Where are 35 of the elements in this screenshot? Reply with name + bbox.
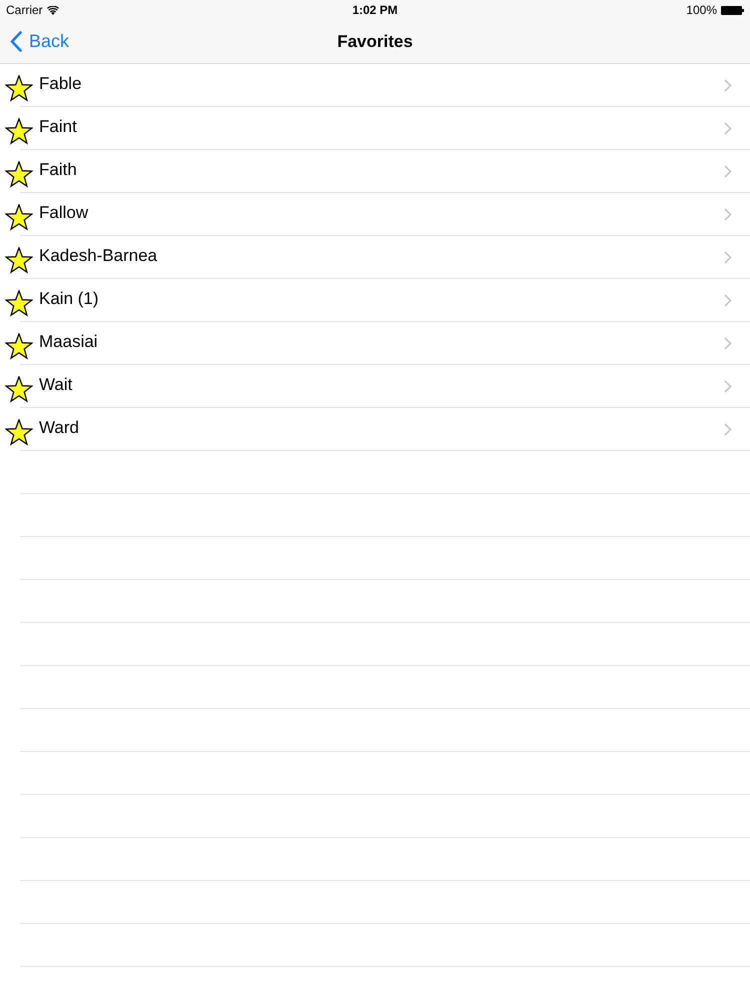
chevron-right-icon xyxy=(724,251,732,264)
favorite-row[interactable]: Ward xyxy=(0,408,750,451)
favorite-row[interactable]: Kain (1) xyxy=(0,279,750,322)
favorite-row[interactable]: Kadesh-Barnea xyxy=(0,236,750,279)
star-icon xyxy=(5,290,33,317)
favorite-row[interactable]: Wait xyxy=(0,365,750,408)
favorite-row[interactable]: Faint xyxy=(0,107,750,150)
star-icon xyxy=(5,247,33,274)
star-icon xyxy=(5,333,33,360)
nav-title: Favorites xyxy=(337,30,413,53)
favorite-row[interactable]: Faith xyxy=(0,150,750,193)
chevron-right-icon xyxy=(724,423,732,436)
favorite-row[interactable]: Fable xyxy=(0,64,750,107)
favorite-row[interactable]: Maasiai xyxy=(0,322,750,365)
star-icon xyxy=(5,161,33,188)
star-icon xyxy=(5,419,33,446)
time-label: 1:02 PM xyxy=(352,2,398,19)
chevron-right-icon xyxy=(724,79,732,92)
chevron-left-icon xyxy=(10,31,22,52)
chevron-right-icon xyxy=(724,122,732,135)
wifi-icon xyxy=(46,6,59,14)
chevron-right-icon xyxy=(724,294,732,307)
battery-icon xyxy=(721,6,744,14)
chevron-right-icon xyxy=(724,380,732,393)
back-button[interactable]: Back xyxy=(0,20,74,63)
star-icon xyxy=(5,118,33,145)
star-icon xyxy=(5,204,33,231)
battery-percent: 100% xyxy=(686,2,717,19)
star-icon xyxy=(5,376,33,403)
chevron-right-icon xyxy=(724,165,732,178)
carrier-label: Carrier xyxy=(6,2,43,19)
favorite-row[interactable]: Fallow xyxy=(0,193,750,236)
chevron-right-icon xyxy=(724,337,732,350)
chevron-right-icon xyxy=(724,208,732,221)
star-icon xyxy=(5,75,33,102)
